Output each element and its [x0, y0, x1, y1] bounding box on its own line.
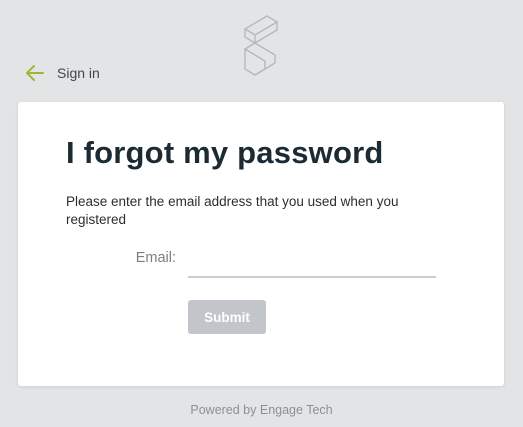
submit-button[interactable]: Submit [188, 300, 266, 334]
sign-in-back-link[interactable]: Sign in [25, 62, 100, 84]
forgot-password-card: I forgot my password Please enter the em… [18, 102, 504, 386]
email-label: Email: [135, 250, 176, 266]
instructions-text: Please enter the email address that you … [66, 194, 399, 227]
page-title: I forgot my password [66, 135, 384, 170]
arrow-left-icon [26, 65, 44, 81]
powered-by-footer: Powered by Engage Tech [190, 403, 333, 417]
logo-icon [244, 15, 278, 76]
email-field[interactable] [188, 248, 436, 278]
sign-in-label: Sign in [57, 65, 100, 81]
